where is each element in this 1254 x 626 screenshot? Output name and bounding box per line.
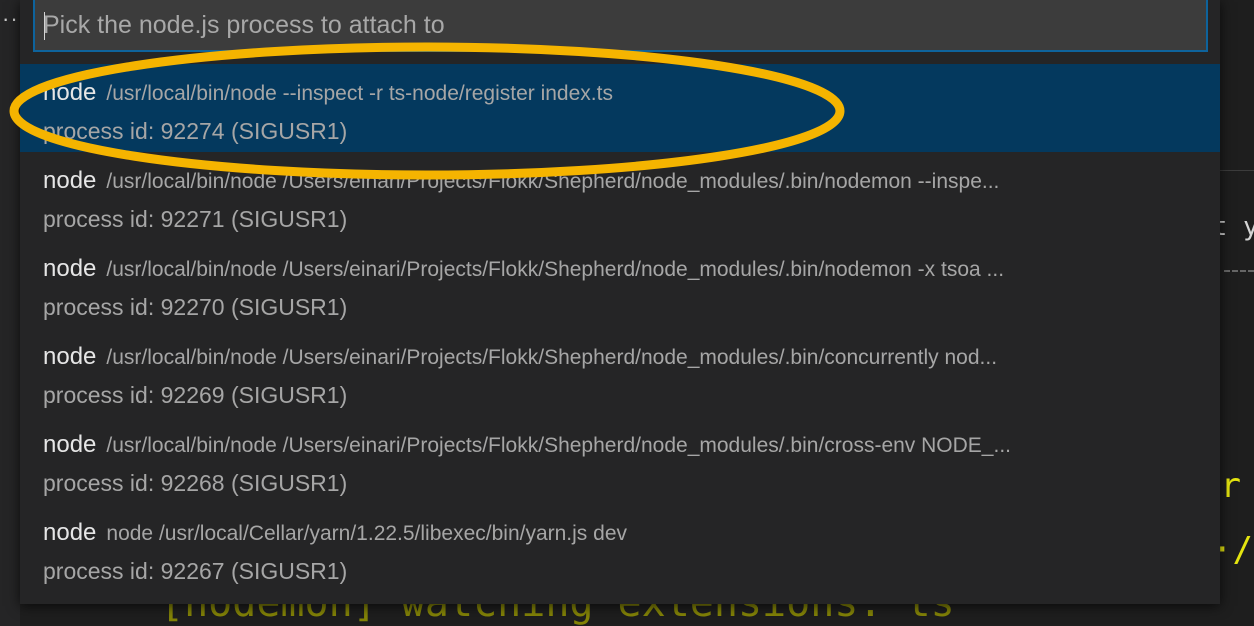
background-dashed-line — [1224, 270, 1254, 274]
process-command: /usr/local/bin/node --inspect -r ts-node… — [106, 82, 613, 105]
quick-pick-widget: node/usr/local/bin/node --inspect -r ts-… — [20, 0, 1220, 604]
process-command: /usr/local/bin/node /Users/einari/Projec… — [106, 434, 1011, 457]
process-list-item[interactable]: node node /usr/local/Cellar/yarn/1.22.5/l… — [20, 504, 1220, 592]
process-label: node — [43, 255, 97, 282]
process-command: /usr/local/bin/node /Users/einari/Projec… — [106, 258, 1005, 281]
process-command: /usr/local/bin/node /Users/einari/Projec… — [106, 170, 1000, 193]
process-label: node — [43, 343, 97, 370]
process-command: node /usr/local/Cellar/yarn/1.22.5/libex… — [106, 522, 628, 545]
process-id-detail: process id: 92268 (SIGUSR1) — [43, 470, 348, 496]
process-filter-input[interactable] — [35, 0, 1206, 50]
text-cursor — [44, 12, 45, 40]
process-id-detail: process id: 92274 (SIGUSR1) — [43, 118, 348, 144]
quick-pick-input-box[interactable] — [33, 0, 1208, 52]
process-label: node — [43, 167, 97, 194]
process-list-item[interactable]: node/usr/local/bin/node /Users/einari/Pr… — [20, 328, 1220, 416]
process-label: node — [43, 519, 97, 546]
process-list-item[interactable]: node/usr/local/bin/node /Users/einari/Pr… — [20, 240, 1220, 328]
process-list-item[interactable]: node/usr/local/bin/node /Users/einari/Pr… — [20, 416, 1220, 504]
vscode-window: ··· at y er ·/ [nodemon] watching extens… — [0, 0, 1254, 626]
process-list-item[interactable]: node/usr/local/bin/node /Users/einari/Pr… — [20, 152, 1220, 240]
process-label: node — [43, 431, 97, 458]
panel-divider — [1220, 170, 1254, 171]
activity-bar-edge: ··· — [0, 0, 26, 626]
process-label: node — [43, 79, 97, 106]
process-id-detail: process id: 92267 (SIGUSR1) — [43, 558, 348, 584]
process-id-detail: process id: 92269 (SIGUSR1) — [43, 382, 348, 408]
process-command: /usr/local/bin/node /Users/einari/Projec… — [106, 346, 998, 369]
process-list-item[interactable]: node/usr/local/bin/node --inspect -r ts-… — [20, 64, 1220, 152]
process-id-detail: process id: 92271 (SIGUSR1) — [43, 206, 348, 232]
process-id-detail: process id: 92270 (SIGUSR1) — [43, 294, 348, 320]
process-list: node/usr/local/bin/node --inspect -r ts-… — [20, 64, 1220, 592]
